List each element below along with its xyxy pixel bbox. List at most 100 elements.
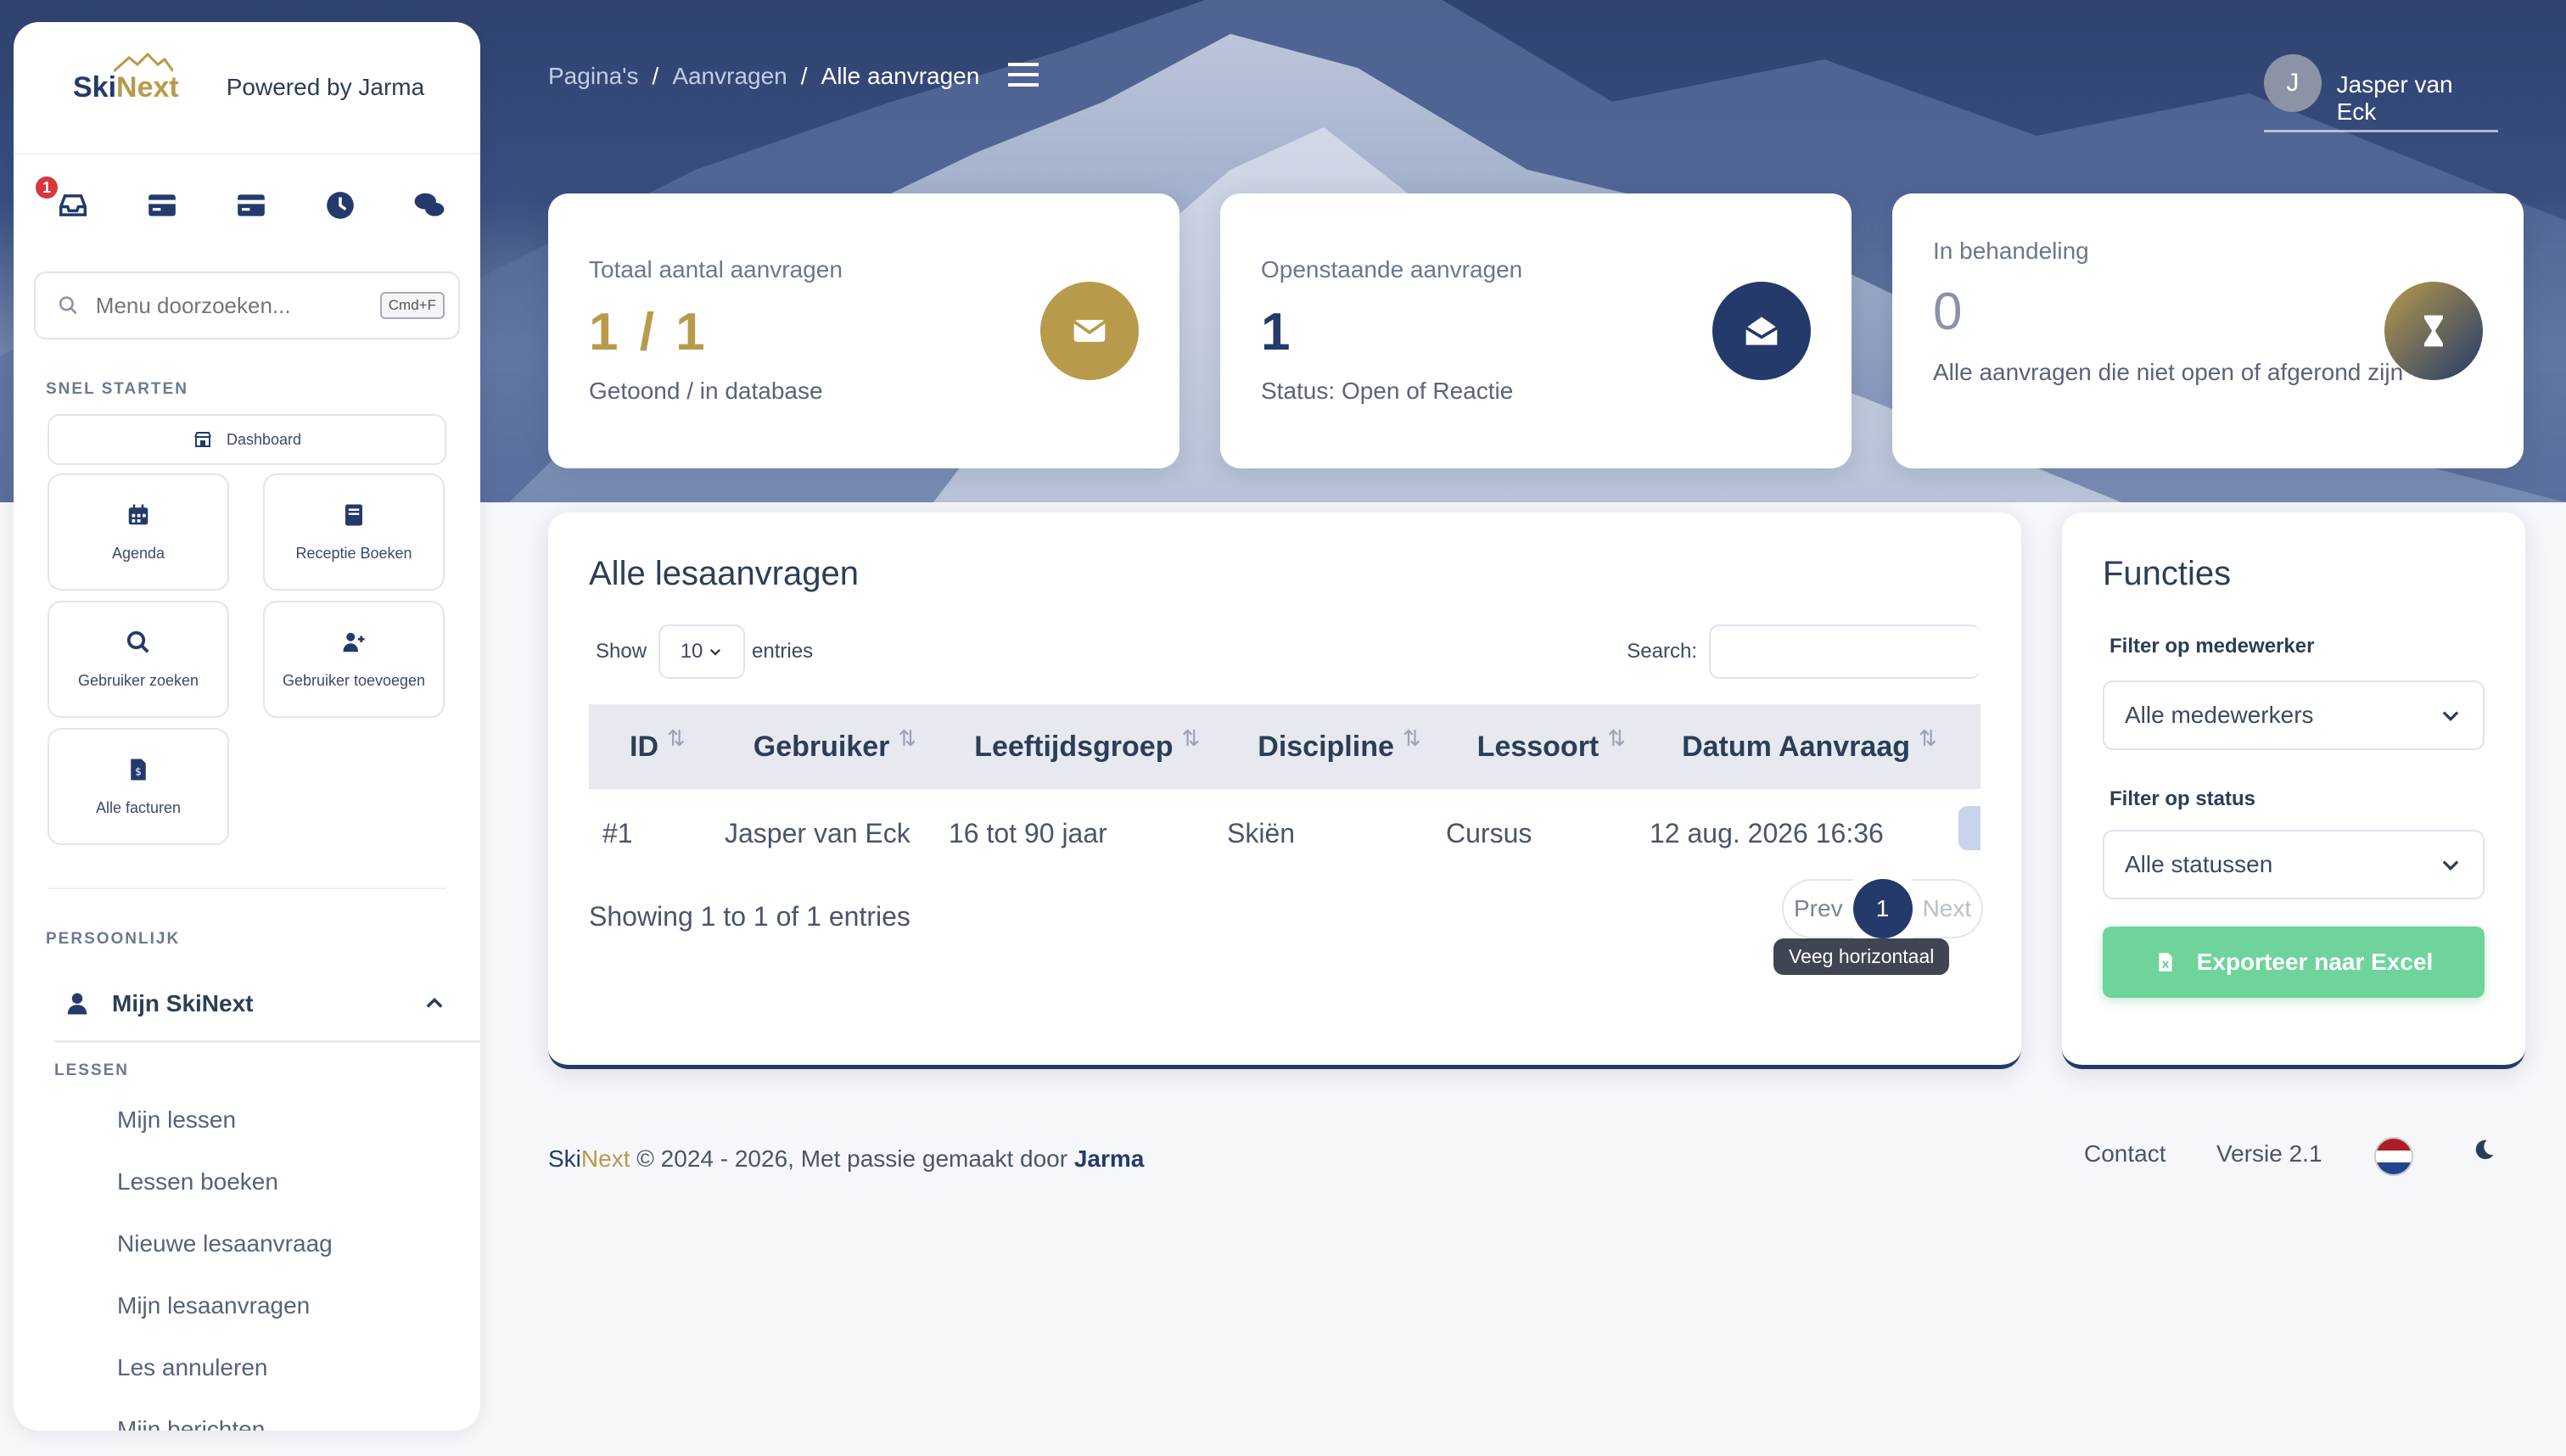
filter-medewerker-select[interactable]: Alle medewerkers [2103, 680, 2485, 750]
powered-by: Powered by Jarma [226, 74, 425, 100]
breadcrumb: Pagina's / Aanvragen / Alle aanvragen [548, 63, 979, 90]
footer-contact-link[interactable]: Contact [2084, 1140, 2166, 1168]
footer-author-link[interactable]: Jarma [1074, 1145, 1145, 1172]
sidebar-item-nieuwe-lesaanvraag[interactable]: Nieuwe lesaanvraag [14, 1212, 480, 1274]
sidebar-item-mijn-berichten[interactable]: Mijn berichten [14, 1398, 480, 1431]
personal-label: PERSOONLIJK [46, 930, 181, 948]
chat-icon[interactable] [412, 188, 446, 222]
breadcrumb-aanvragen[interactable]: Aanvragen [672, 63, 787, 90]
pagination: Prev 1 Next [1782, 879, 1984, 938]
card-icon[interactable] [145, 188, 179, 222]
logo-ski: Ski [73, 70, 117, 104]
sort-icon: ⇅ [1402, 725, 1421, 751]
divider [54, 1040, 480, 1043]
divider [48, 888, 446, 889]
mijn-skinext-label: Mijn SkiNext [112, 990, 254, 1016]
sort-icon: ⇅ [1919, 725, 1937, 751]
table-row[interactable]: #1 Jasper van Eck 16 tot 90 jaar Skiën C… [589, 801, 1981, 865]
lessen-list: Mijn lessen Lessen boeken Nieuwe lesaanv… [14, 1089, 480, 1431]
sidebar-item-mijn-lessen[interactable]: Mijn lessen [14, 1089, 480, 1151]
tile-label: Gebruiker toevoegen [282, 671, 426, 689]
column-leeftijdsgroep[interactable]: Leeftijdsgroep ⇅ [974, 725, 1200, 764]
column-datum-aanvraag[interactable]: Datum Aanvraag ⇅ [1682, 725, 1937, 764]
table-header: ID ⇅ Gebruiker ⇅ Leeftijdsgroep ⇅ Disciplin… [589, 704, 1981, 789]
table-search: Search: [1627, 624, 1981, 679]
lesaanvragen-card: Alle lesaanvragen Show 10 entries Search… [548, 512, 2021, 1069]
hourglass-icon [2384, 282, 2483, 380]
table-search-input[interactable] [1709, 624, 1981, 679]
hamburger-menu-icon[interactable] [1008, 63, 1039, 87]
brand: SkiNext Powered by Jarma [14, 22, 480, 154]
user-menu[interactable]: J Jasper van Eck [2264, 54, 2498, 132]
moon-icon[interactable] [2471, 1137, 2496, 1162]
search-label: Search: [1627, 640, 1697, 663]
column-discipline[interactable]: Discipline ⇅ [1258, 725, 1420, 764]
tile-label: Gebruiker zoeken [77, 671, 199, 689]
filter-status-select[interactable]: Alle statussen [2103, 830, 2485, 899]
notification-badge: 1 [36, 176, 58, 199]
card-title: Alle lesaanvragen [589, 555, 859, 592]
card-title: Functies [2103, 555, 2232, 592]
breadcrumb-paginas[interactable]: Pagina's [548, 63, 639, 90]
dashboard-label: Dashboard [226, 430, 302, 448]
sidebar-item-mijn-lesaanvragen[interactable]: Mijn lesaanvragen [14, 1274, 480, 1336]
stat-sub: Status: Open of Reactie [1261, 378, 1514, 404]
column-id[interactable]: ID ⇅ [630, 725, 686, 764]
stat-card-openstaand: Openstaande aanvragen 1 Status: Open of … [1220, 193, 1852, 468]
tile-alle-facturen[interactable]: $ Alle facturen [48, 728, 229, 845]
horizontal-scroll-handle[interactable] [1958, 806, 1981, 850]
export-label: Exporteer naar Excel [2196, 949, 2434, 975]
functies-card: Functies Filter op medewerker Alle medew… [2062, 512, 2525, 1069]
prev-button[interactable]: Prev [1782, 879, 1853, 938]
cell-gebruiker: Jasper van Eck [725, 817, 910, 848]
cell-datum: 12 aug. 2026 16:36 [1650, 817, 1884, 848]
quick-tiles: Agenda Receptie Boeken Gebruiker zoeken … [14, 465, 480, 845]
next-button[interactable]: Next [1912, 879, 1984, 938]
card-icon[interactable] [234, 188, 268, 222]
dashboard-button[interactable]: Dashboard [48, 414, 446, 465]
tile-label: Receptie Boeken [295, 544, 412, 562]
skinext-logo[interactable]: SkiNext [73, 52, 179, 104]
filter-medewerker-label: Filter op medewerker [2109, 635, 2315, 658]
language-flag-icon[interactable] [2374, 1137, 2413, 1176]
menu-search-input[interactable] [95, 292, 380, 319]
tile-gebruiker-toevoegen[interactable]: Gebruiker toevoegen [263, 601, 445, 718]
stat-label: Totaal aantal aanvragen [589, 256, 843, 283]
mijn-skinext-toggle[interactable]: Mijn SkiNext [14, 967, 480, 1040]
tile-receptie-boeken[interactable]: Receptie Boeken [263, 473, 445, 591]
stat-sub: Getoond / in database [589, 378, 823, 404]
user-name: Jasper van Eck [2336, 71, 2453, 125]
user-icon [67, 993, 87, 1015]
svg-text:$: $ [135, 764, 142, 777]
clock-icon[interactable] [323, 188, 357, 222]
menu-search[interactable]: Cmd+F [34, 272, 460, 339]
tile-label: Alle facturen [95, 798, 182, 816]
stat-value: 0 [1933, 283, 1966, 341]
entries-label: entries [752, 640, 814, 663]
inbox-icon[interactable]: 1 [36, 176, 90, 222]
calendar-icon [128, 504, 148, 524]
tile-gebruiker-zoeken[interactable]: Gebruiker zoeken [48, 601, 229, 718]
logo-next: Next [116, 70, 179, 104]
column-lessoort[interactable]: Lessoort ⇅ [1477, 725, 1626, 764]
tile-agenda[interactable]: Agenda [48, 473, 229, 591]
column-gebruiker[interactable]: Gebruiker ⇅ [754, 725, 916, 764]
chevron-down-icon [2442, 711, 2459, 721]
sidebar-item-lessen-boeken[interactable]: Lessen boeken [14, 1151, 480, 1212]
stat-label: In behandeling [1933, 238, 2089, 264]
sidebar-item-les-annuleren[interactable]: Les annuleren [14, 1336, 480, 1398]
entries-select[interactable]: 10 [658, 624, 746, 679]
envelope-open-icon [1712, 282, 1811, 380]
book-icon [345, 504, 362, 525]
export-excel-button[interactable]: Exporteer naar Excel [2103, 927, 2485, 998]
footer-version: Versie 2.1 [2216, 1140, 2322, 1167]
stat-value: 1 [1261, 303, 1294, 361]
quick-start-label: SNEL STARTEN [46, 380, 188, 398]
filter-status-label: Filter op status [2109, 787, 2256, 810]
store-icon [194, 432, 211, 447]
lessen-label: LESSEN [54, 1061, 130, 1079]
sort-icon: ⇅ [667, 725, 686, 751]
cell-id: #1 [602, 817, 633, 848]
stat-sub: Alle aanvragen die niet open of afgerond… [1933, 359, 2404, 385]
page-1-button[interactable]: 1 [1852, 879, 1913, 938]
